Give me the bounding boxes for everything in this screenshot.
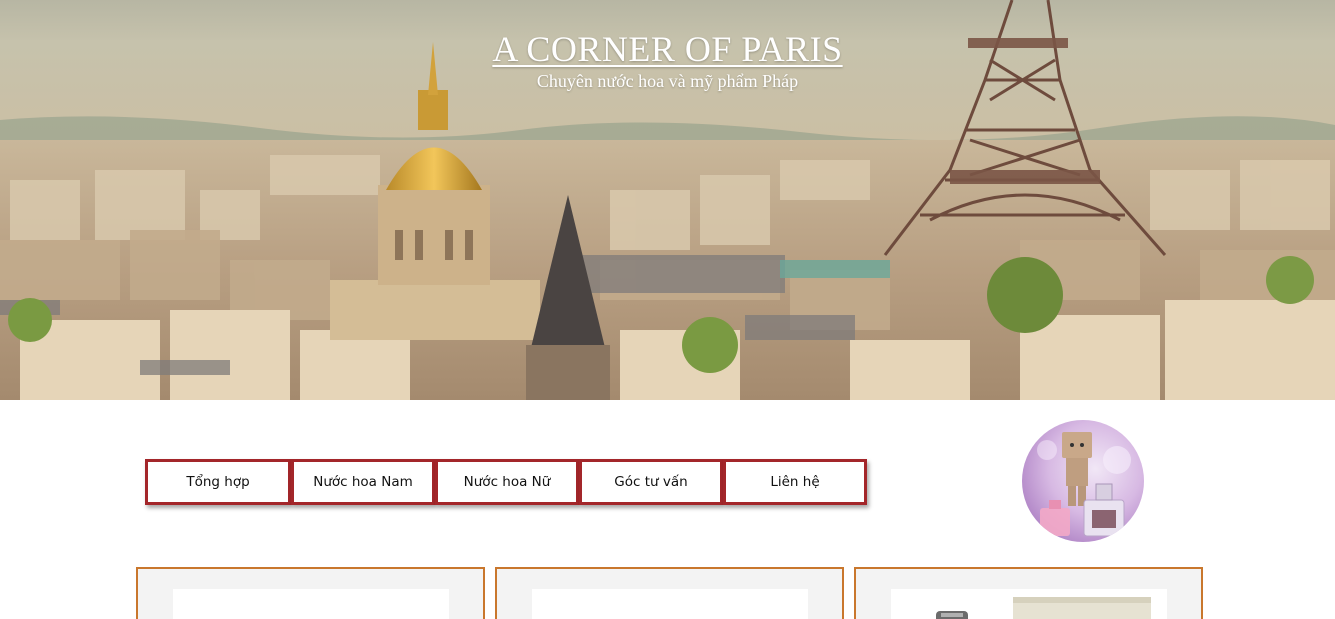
product-image (173, 589, 449, 619)
site-subtitle: Chuyên nước hoa và mỹ phẩm Pháp (536, 71, 799, 91)
perfume-product-icon (936, 597, 1151, 619)
main-navigation: Tổng hợp Nước hoa Nam Nước hoa Nữ Góc tư… (145, 459, 867, 505)
avatar-illustration (1037, 432, 1131, 537)
nav-item-lien-he[interactable]: Liên hệ (723, 459, 867, 505)
nav-item-tong-hop[interactable]: Tổng hợp (145, 459, 291, 505)
product-card[interactable] (495, 567, 844, 619)
product-card[interactable] (136, 567, 485, 619)
perfume-robot-avatar-icon (1022, 420, 1144, 542)
nav-item-nuoc-hoa-nu[interactable]: Nước hoa Nữ (435, 459, 579, 505)
hero-banner: A CORNER OF PARIS Chuyên nước hoa và mỹ … (0, 0, 1335, 400)
product-image (532, 589, 808, 619)
site-title[interactable]: A CORNER OF PARIS (0, 28, 1335, 70)
nav-item-goc-tu-van[interactable]: Góc tư vấn (579, 459, 723, 505)
nav-item-nuoc-hoa-nam[interactable]: Nước hoa Nam (291, 459, 435, 505)
product-image (891, 589, 1167, 619)
product-card[interactable] (854, 567, 1203, 619)
